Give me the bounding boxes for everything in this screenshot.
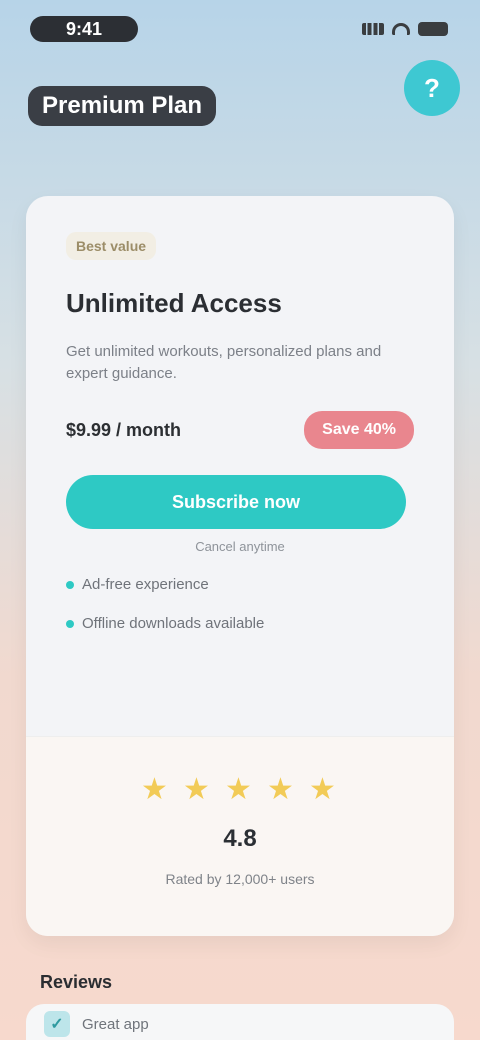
battery-icon	[418, 22, 448, 36]
status-bar: 9:41	[0, 0, 480, 58]
reviews-title: Reviews	[40, 972, 113, 992]
feature-text: Ad-free experience	[82, 576, 209, 593]
status-icons	[362, 22, 448, 36]
star-icon: ★	[141, 773, 168, 806]
star-icon: ★	[225, 773, 252, 806]
feature-text: Offline downloads available	[82, 615, 265, 632]
review-text: Great app	[82, 1015, 149, 1033]
plan-title: Unlimited Access	[66, 288, 282, 318]
help-button[interactable]: ?	[404, 60, 460, 116]
star-icon: ★	[267, 773, 294, 806]
signal-icon	[362, 23, 384, 35]
feature-item: Ad-free experience	[66, 576, 414, 593]
subscribe-button[interactable]: Subscribe now	[66, 475, 406, 529]
plan-description: Get unlimited workouts, personalized pla…	[66, 343, 382, 382]
bullet-icon	[66, 580, 74, 589]
rating-value: 4.8	[223, 825, 257, 852]
star-icon: ★	[309, 773, 336, 806]
wifi-icon	[392, 23, 410, 35]
feature-item: Offline downloads available	[66, 615, 414, 632]
best-value-badge: Best value	[66, 232, 157, 260]
price-label: $9.99 / month	[66, 419, 182, 440]
rating-caption: Rated by 12,000+ users	[165, 871, 315, 887]
bullet-icon	[66, 619, 74, 628]
star-icon: ★	[183, 773, 210, 806]
page-title: Premium Plan	[28, 86, 217, 126]
status-time: 9:41	[30, 16, 138, 42]
discount-badge: Save 40%	[304, 411, 414, 449]
rating-section: ★ ★ ★ ★ ★ 4.8 Rated by 12,000+ users	[26, 736, 454, 936]
review-icon: ✓	[44, 1011, 70, 1037]
review-item[interactable]: ✓ Great app	[26, 1004, 454, 1040]
cancel-note: Cancel anytime	[195, 539, 285, 554]
help-icon: ?	[424, 72, 440, 103]
plan-card: Best value Unlimited Access Get unlimite…	[26, 196, 454, 936]
price-row: $9.99 / month Save 40%	[66, 411, 414, 449]
rating-stars: ★ ★ ★ ★ ★	[141, 775, 339, 805]
